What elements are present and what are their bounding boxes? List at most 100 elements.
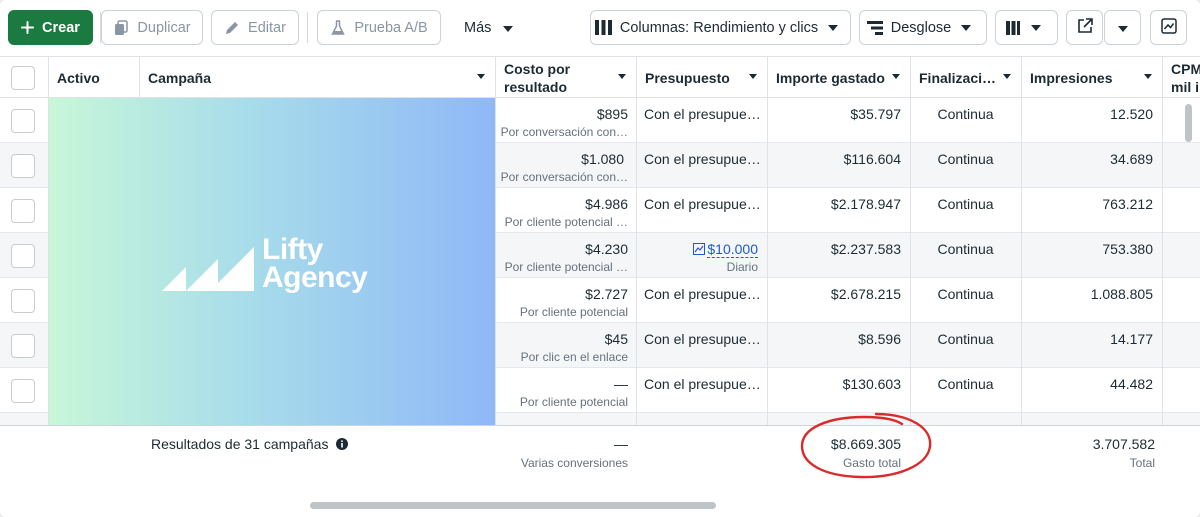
budget-type: Diario [726, 260, 758, 274]
reports-dropdown[interactable] [995, 10, 1058, 45]
totals-cost-type: Varias conversiones [520, 456, 628, 470]
amount-spent-value: $2.237.583 [830, 241, 901, 257]
impressions-value: 753.380 [1102, 241, 1153, 257]
impressions-value: 14.177 [1110, 331, 1153, 347]
cost-per-result-type: Por cliente potencial … [504, 215, 628, 229]
toolbar: Crear Duplicar Editar Prueba A/B Más Col… [0, 0, 1200, 56]
column-header-cost-per-result[interactable]: Costo por resultado [495, 57, 636, 99]
budget-value: Con el presupue… [644, 196, 761, 212]
budget-value: Con el presupue… [644, 286, 761, 302]
totals-label: Resultados de 31 campañas [151, 436, 329, 452]
row-checkbox[interactable] [11, 154, 35, 178]
duplicate-icon [113, 19, 129, 36]
columns-dropdown[interactable]: Columnas: Rendimiento y clics [590, 10, 851, 45]
cost-per-result-value: $4.230 [585, 241, 628, 257]
column-header-active[interactable]: Activo [48, 57, 139, 99]
column-header-label-line1: Costo por [504, 61, 571, 77]
totals-amount-spent-label: Gasto total [842, 456, 901, 470]
edit-button[interactable]: Editar [211, 10, 299, 45]
lifty-agency-logo: Lifty Agency [162, 233, 368, 293]
cost-per-result-type: Por conversación con… [500, 125, 628, 139]
export-options-dropdown[interactable] [1104, 10, 1141, 45]
logo-line-1: Lifty [262, 233, 323, 266]
open-external-icon [1077, 17, 1093, 38]
cost-per-result-value[interactable]: $1.080 [581, 151, 624, 167]
budget-value: Con el presupue… [644, 151, 761, 167]
column-header-end[interactable]: Finalizaci… [910, 57, 1021, 99]
create-button[interactable]: Crear [8, 10, 93, 45]
logo-wordmark: Lifty Agency [262, 233, 368, 293]
column-header-impressions[interactable]: Impresiones [1021, 57, 1162, 99]
caret-down-icon [961, 24, 972, 31]
cost-per-result-value: — [614, 376, 628, 392]
column-header-amount-spent[interactable]: Importe gastado [767, 57, 910, 99]
breakdown-label: Desglose [890, 19, 952, 36]
horizontal-scrollbar[interactable] [310, 502, 716, 509]
column-header-label-line2: mil i [1171, 79, 1200, 95]
duplicate-button[interactable]: Duplicar [101, 10, 203, 45]
toolbar-divider [307, 12, 308, 43]
cost-per-result-type: Por conversación con… [500, 170, 628, 184]
row-checkbox[interactable] [11, 334, 35, 358]
ab-test-button[interactable]: Prueba A/B [317, 10, 441, 45]
totals-impressions-label: Total [1129, 456, 1155, 470]
pencil-icon [224, 20, 240, 36]
row-checkbox[interactable] [11, 109, 35, 133]
end-value: Continua [937, 376, 994, 392]
caret-down-icon [828, 24, 839, 31]
column-header-campaign[interactable]: Campaña [139, 57, 495, 99]
sort-caret-icon [1144, 74, 1152, 79]
column-header-label: Impresiones [1030, 70, 1113, 86]
column-header-cpm[interactable]: CPM mil i [1162, 57, 1200, 99]
cost-per-result-value: $2.727 [585, 286, 628, 302]
budget-link[interactable]: $10.000 [640, 241, 758, 258]
column-header-label: Presupuesto [645, 70, 730, 86]
end-value: Continua [937, 151, 994, 167]
promo-banner: Lifty Agency [49, 98, 495, 425]
cost-per-result-value[interactable]: $895 [596, 106, 628, 122]
column-header-label: Activo [57, 70, 100, 86]
breakdown-dropdown[interactable]: Desglose [859, 10, 987, 45]
column-header-budget[interactable]: Presupuesto [636, 57, 767, 99]
column-header-label: CPM mil i [1171, 60, 1200, 96]
cost-per-result-type: Por clic en el enlace [520, 350, 628, 364]
impressions-value: 44.482 [1110, 376, 1153, 392]
select-all-checkbox[interactable] [11, 66, 35, 90]
impressions-value: 763.212 [1102, 196, 1153, 212]
column-header-label: Importe gastado [776, 70, 885, 86]
row-checkbox[interactable] [11, 379, 35, 403]
cost-per-result-value: $4.986 [585, 196, 628, 212]
row-checkbox[interactable] [11, 199, 35, 223]
vertical-scrollbar[interactable] [1185, 104, 1192, 142]
end-value: Continua [937, 331, 994, 347]
amount-spent-value: $116.604 [843, 151, 901, 167]
impressions-value: 12.520 [1110, 106, 1153, 122]
columns-icon [594, 20, 612, 35]
totals-amount-spent: $8.669.305 [830, 436, 901, 452]
cost-per-result-value: $45 [604, 331, 628, 347]
campaigns-table: Activo Campaña Costo por resultado Presup… [0, 56, 1200, 517]
duplicate-label: Duplicar [137, 19, 191, 36]
end-value: Continua [937, 196, 994, 212]
row-checkbox[interactable] [11, 289, 35, 313]
columns-label: Columnas: Rendimiento y clics [619, 19, 819, 36]
amount-spent-value: $130.603 [842, 376, 901, 392]
ads-manager-window: Crear Duplicar Editar Prueba A/B Más Col… [0, 0, 1200, 517]
totals-impressions: 3.707.582 [1092, 436, 1155, 452]
row-checkbox[interactable] [11, 244, 35, 268]
impressions-value: 34.689 [1110, 151, 1153, 167]
end-value: Continua [937, 286, 994, 302]
export-button[interactable] [1066, 10, 1103, 45]
more-menu[interactable]: Más [464, 10, 514, 45]
totals-cost-value: — [614, 436, 628, 452]
budget-value: $10.000 [707, 241, 758, 258]
column-header-label-line2: resultado [504, 79, 568, 95]
totals-row: Resultados de 31 campañas — Varias conve… [0, 425, 1200, 498]
caret-down-icon [1030, 24, 1041, 31]
sort-caret-icon [618, 74, 626, 79]
chart-icon [693, 242, 706, 258]
plus-icon [21, 21, 35, 34]
charts-button[interactable] [1150, 10, 1187, 45]
info-icon[interactable] [336, 437, 349, 453]
amount-spent-value: $2.178.947 [830, 196, 901, 212]
